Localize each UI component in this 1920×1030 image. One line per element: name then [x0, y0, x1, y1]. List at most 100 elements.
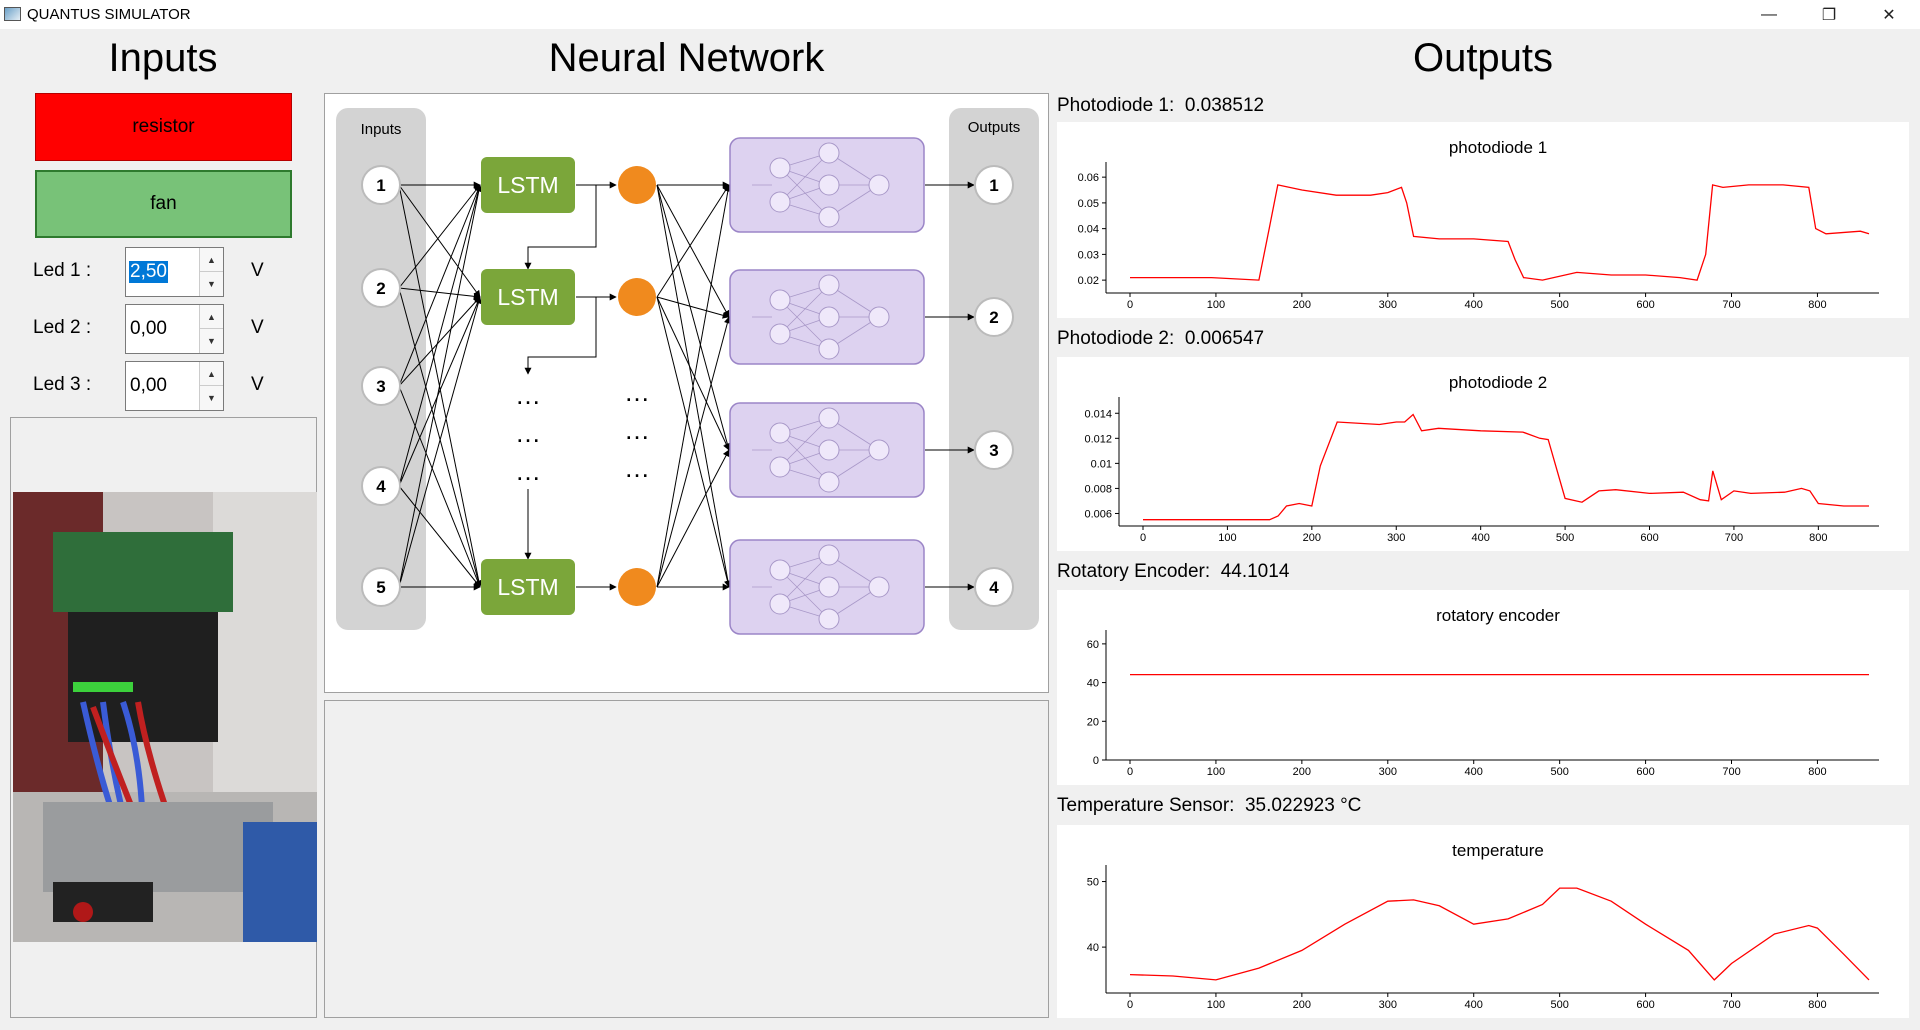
- app-icon: [4, 7, 21, 21]
- x-tick-label: 800: [1808, 999, 1826, 1011]
- led-2-value[interactable]: 0,00: [129, 318, 168, 340]
- x-tick-label: 500: [1550, 766, 1568, 778]
- x-tick-label: 600: [1636, 766, 1654, 778]
- spin-up-icon[interactable]: ▲: [199, 248, 223, 272]
- edge: [656, 296, 731, 588]
- ellipsis: …: [624, 415, 650, 445]
- y-tick-label: 0.008: [1084, 483, 1112, 495]
- temperature-readout: Temperature Sensor: 35.022923 °C: [1057, 795, 1361, 817]
- rotatory-encoder-chart: rotatory encoder 0 100 200 300 400 500 600 700 80…: [1057, 590, 1909, 785]
- x-tick-label: 400: [1471, 532, 1489, 544]
- outputs-title: Outputs: [1412, 36, 1554, 80]
- spin-down-icon[interactable]: ▼: [199, 272, 223, 296]
- led-3-label: Led 3 :: [33, 374, 92, 395]
- dense-block: [729, 137, 925, 233]
- x-tick-label: 500: [1550, 999, 1568, 1011]
- y-tick-label: 40: [1087, 942, 1099, 954]
- window-title: QUANTUS SIMULATOR: [27, 6, 191, 23]
- x-tick-label: 0: [1127, 999, 1133, 1011]
- dense-neuron: [769, 456, 791, 478]
- restore-icon[interactable]: ❐: [1800, 0, 1858, 29]
- edge: [656, 296, 730, 451]
- photodiode-1-chart: photodiode 1 0 100 200 300 400 500 600 700 800 0.0…: [1057, 122, 1909, 318]
- orange-neuron: [618, 568, 656, 606]
- x-tick-label: 700: [1722, 299, 1740, 311]
- close-icon[interactable]: ✕: [1860, 0, 1918, 29]
- x-tick-label: 500: [1556, 532, 1574, 544]
- series-line: [1129, 887, 1870, 981]
- dense-neuron: [868, 174, 890, 196]
- dense-neuron: [818, 274, 840, 296]
- spin-up-icon[interactable]: ▲: [199, 305, 223, 329]
- led-3-value[interactable]: 0,00: [129, 375, 168, 397]
- ellipsis: …: [624, 377, 650, 407]
- series-line: [1130, 184, 1870, 281]
- minimize-icon[interactable]: —: [1740, 0, 1798, 29]
- ellipsis: …: [515, 456, 541, 486]
- x-tick-label: 400: [1465, 999, 1483, 1011]
- y-tick-label: 20: [1087, 716, 1099, 728]
- x-tick-label: 700: [1725, 532, 1743, 544]
- x-tick-label: 100: [1207, 299, 1225, 311]
- x-tick-label: 300: [1379, 999, 1397, 1011]
- rotatory-encoder-value: 44.1014: [1220, 561, 1290, 582]
- photodiode-1-value: 0.038512: [1184, 95, 1265, 116]
- led-1-value[interactable]: 2,50: [129, 261, 168, 283]
- spin-down-icon[interactable]: ▼: [199, 329, 223, 353]
- ellipsis: …: [515, 380, 541, 410]
- x-tick-label: 100: [1218, 532, 1236, 544]
- x-tick-label: 100: [1207, 999, 1225, 1011]
- spin-down-icon[interactable]: ▼: [199, 386, 223, 410]
- x-tick-label: 600: [1636, 999, 1654, 1011]
- x-tick-label: 500: [1550, 299, 1568, 311]
- spin-up-icon[interactable]: ▲: [199, 362, 223, 386]
- dense-neuron: [769, 191, 791, 213]
- photodiode-2-label: Photodiode 2:: [1057, 328, 1175, 349]
- temperature-value: 35.022923 °C: [1244, 795, 1362, 816]
- resistor-button[interactable]: resistor: [35, 93, 292, 161]
- x-tick-label: 600: [1640, 532, 1658, 544]
- rotatory-encoder-plot: rotatory encoder0 100 200 300 400 500 600 700 80…: [1087, 606, 1879, 778]
- output-node-label: 1: [989, 176, 998, 195]
- rotatory-encoder-readout: Rotatory Encoder: 44.1014: [1057, 561, 1289, 583]
- lstm-label: LSTM: [497, 172, 558, 198]
- neural-network-panel: Inputs Outputs 1 2 3 4 5 LSTM LSTM LSTM 1 2 3 4 … ……: [324, 93, 1049, 693]
- x-tick-label: 800: [1809, 532, 1827, 544]
- inputs-column-label: Inputs: [361, 121, 402, 138]
- dense-neuron: [818, 407, 840, 429]
- dense-neuron: [818, 471, 840, 493]
- title-bar: QUANTUS SIMULATOR — ❐ ✕: [0, 0, 1920, 29]
- x-tick-label: 700: [1722, 766, 1740, 778]
- y-tick-label: 0.012: [1084, 433, 1112, 445]
- x-tick-label: 0: [1127, 766, 1133, 778]
- y-tick-label: 0.05: [1078, 198, 1099, 210]
- y-tick-label: 0.006: [1084, 508, 1112, 520]
- chart-title: photodiode 1: [1449, 138, 1547, 157]
- dense-neuron: [818, 306, 840, 328]
- temperature-plot: temperature 0 100 200 300 400 500 600 700 800 40 50: [1087, 841, 1879, 1011]
- led-1-unit: V: [251, 260, 264, 281]
- dense-neuron: [818, 608, 840, 630]
- y-tick-label: 60: [1087, 639, 1099, 651]
- orange-neuron: [618, 166, 656, 204]
- ellipsis: …: [624, 453, 650, 483]
- chart-title: temperature: [1452, 841, 1544, 860]
- led-1-spinbox[interactable]: 2,50 ▲ ▼: [125, 247, 224, 297]
- series-line: [1143, 413, 1869, 521]
- dense-block: [729, 402, 925, 498]
- y-tick-label: 0.01: [1091, 458, 1112, 470]
- led-1-label: Led 1 :: [33, 260, 92, 281]
- x-tick-label: 400: [1465, 766, 1483, 778]
- inputs-title: Inputs: [108, 36, 218, 80]
- led-2-label: Led 2 :: [33, 317, 92, 338]
- x-tick-label: 200: [1293, 766, 1311, 778]
- rotatory-encoder-label: Rotatory Encoder:: [1057, 561, 1211, 582]
- y-tick-label: 0.04: [1078, 224, 1099, 236]
- fan-button[interactable]: fan: [35, 170, 292, 238]
- edge: [656, 184, 730, 318]
- led-2-spinbox[interactable]: 0,00 ▲ ▼: [125, 304, 224, 354]
- led-3-spinbox[interactable]: 0,00 ▲ ▼: [125, 361, 224, 411]
- temperature-label: Temperature Sensor:: [1057, 795, 1235, 816]
- edge: [656, 296, 730, 319]
- x-tick-label: 400: [1465, 299, 1483, 311]
